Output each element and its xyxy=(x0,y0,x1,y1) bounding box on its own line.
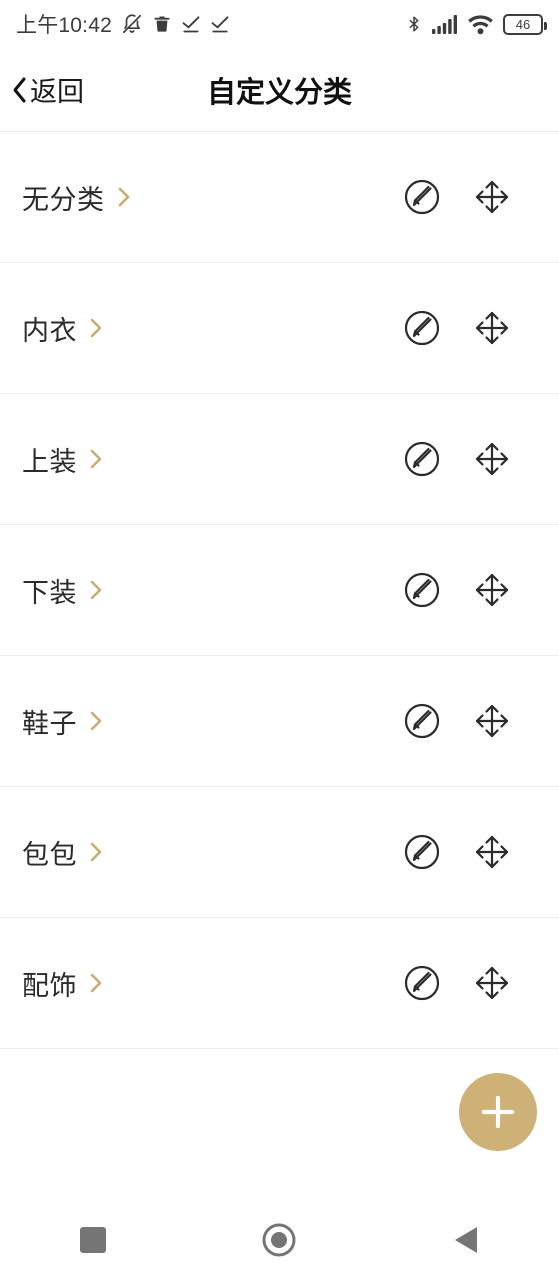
drag-move-handle[interactable] xyxy=(457,702,527,740)
nav-recents-button[interactable] xyxy=(48,1210,138,1270)
category-label: 包包 xyxy=(22,839,77,870)
table-row[interactable]: 上装 xyxy=(0,394,559,525)
bluetooth-icon xyxy=(409,16,419,32)
edit-pencil-circle-icon xyxy=(404,834,440,870)
edit-pencil-circle-icon xyxy=(404,965,440,1001)
row-actions xyxy=(387,702,559,740)
cellular-signal-icon xyxy=(432,15,457,34)
trash-icon xyxy=(154,16,170,32)
wifi-icon xyxy=(468,15,493,35)
category-label: 上装 xyxy=(22,446,77,477)
table-row[interactable]: 内衣 xyxy=(0,263,559,394)
edit-pencil-circle-icon xyxy=(404,179,440,215)
move-arrows-icon xyxy=(475,704,509,738)
android-nav-bar xyxy=(0,1200,559,1280)
nav-back-button[interactable] xyxy=(421,1210,511,1270)
category-label: 下装 xyxy=(22,577,77,608)
edit-category-button[interactable] xyxy=(387,964,457,1002)
back-button[interactable]: 返回 xyxy=(0,70,84,109)
battery-icon: 46 xyxy=(503,13,547,35)
chevron-right-icon[interactable] xyxy=(89,448,103,470)
phone-screen: 上午10:42 46 返回 自定义分类 无分类 内衣 上装 下装 鞋子 包包 配… xyxy=(0,0,559,1280)
category-label: 鞋子 xyxy=(22,708,77,739)
table-row[interactable]: 鞋子 xyxy=(0,656,559,787)
category-name-cell[interactable]: 配饰 xyxy=(0,964,103,1003)
chevron-right-icon[interactable] xyxy=(117,186,131,208)
circle-icon xyxy=(262,1223,296,1257)
category-name-cell[interactable]: 下装 xyxy=(0,571,103,610)
edit-category-button[interactable] xyxy=(387,440,457,478)
category-label: 内衣 xyxy=(22,315,77,346)
table-row[interactable]: 配饰 xyxy=(0,918,559,1049)
table-row[interactable]: 下装 xyxy=(0,525,559,656)
row-actions xyxy=(387,571,559,609)
category-name-cell[interactable]: 包包 xyxy=(0,833,103,872)
bell-muted-icon xyxy=(122,14,142,34)
move-arrows-icon xyxy=(475,573,509,607)
edit-pencil-circle-icon xyxy=(404,572,440,608)
status-bar-clock: 上午10:42 xyxy=(16,14,112,37)
row-actions xyxy=(387,440,559,478)
row-actions xyxy=(387,309,559,347)
move-arrows-icon xyxy=(475,180,509,214)
check-underline-icon xyxy=(182,16,200,33)
chevron-right-icon[interactable] xyxy=(89,710,103,732)
square-icon xyxy=(80,1227,107,1253)
drag-move-handle[interactable] xyxy=(457,178,527,216)
chevron-right-icon[interactable] xyxy=(89,579,103,601)
nav-home-button[interactable] xyxy=(234,1210,324,1270)
check-underline-icon xyxy=(211,16,229,33)
category-name-cell[interactable]: 无分类 xyxy=(0,178,131,217)
category-label: 配饰 xyxy=(22,970,77,1001)
edit-pencil-circle-icon xyxy=(404,310,440,346)
category-name-cell[interactable]: 内衣 xyxy=(0,309,103,348)
app-header: 返回 自定义分类 xyxy=(0,48,559,132)
move-arrows-icon xyxy=(475,311,509,345)
edit-pencil-circle-icon xyxy=(404,703,440,739)
edit-category-button[interactable] xyxy=(387,702,457,740)
triangle-left-icon xyxy=(454,1227,477,1253)
move-arrows-icon xyxy=(475,835,509,869)
table-row[interactable]: 包包 xyxy=(0,787,559,918)
row-actions xyxy=(387,178,559,216)
edit-category-button[interactable] xyxy=(387,309,457,347)
edit-category-button[interactable] xyxy=(387,178,457,216)
edit-category-button[interactable] xyxy=(387,833,457,871)
chevron-right-icon[interactable] xyxy=(89,841,103,863)
status-bar-right: 46 xyxy=(405,12,547,36)
drag-move-handle[interactable] xyxy=(457,833,527,871)
drag-move-handle[interactable] xyxy=(457,964,527,1002)
back-button-label: 返回 xyxy=(30,77,84,107)
battery-level-text: 46 xyxy=(515,16,531,32)
move-arrows-icon xyxy=(475,966,509,1000)
category-label: 无分类 xyxy=(22,184,105,215)
category-name-cell[interactable]: 上装 xyxy=(0,440,103,479)
add-category-button[interactable] xyxy=(459,1073,537,1151)
category-name-cell[interactable]: 鞋子 xyxy=(0,702,103,741)
chevron-right-icon[interactable] xyxy=(89,972,103,994)
drag-move-handle[interactable] xyxy=(457,440,527,478)
chevron-right-icon[interactable] xyxy=(89,317,103,339)
edit-category-button[interactable] xyxy=(387,571,457,609)
edit-pencil-circle-icon xyxy=(404,441,440,477)
status-bar-left: 上午10:42 xyxy=(16,9,230,39)
row-actions xyxy=(387,833,559,871)
drag-move-handle[interactable] xyxy=(457,309,527,347)
plus-icon xyxy=(481,1095,515,1129)
chevron-left-icon xyxy=(13,77,26,102)
row-actions xyxy=(387,964,559,1002)
table-row[interactable]: 无分类 xyxy=(0,132,559,263)
category-list: 无分类内衣上装下装鞋子包包配饰 xyxy=(0,132,559,1049)
drag-move-handle[interactable] xyxy=(457,571,527,609)
status-bar: 上午10:42 46 xyxy=(0,0,559,48)
move-arrows-icon xyxy=(475,442,509,476)
